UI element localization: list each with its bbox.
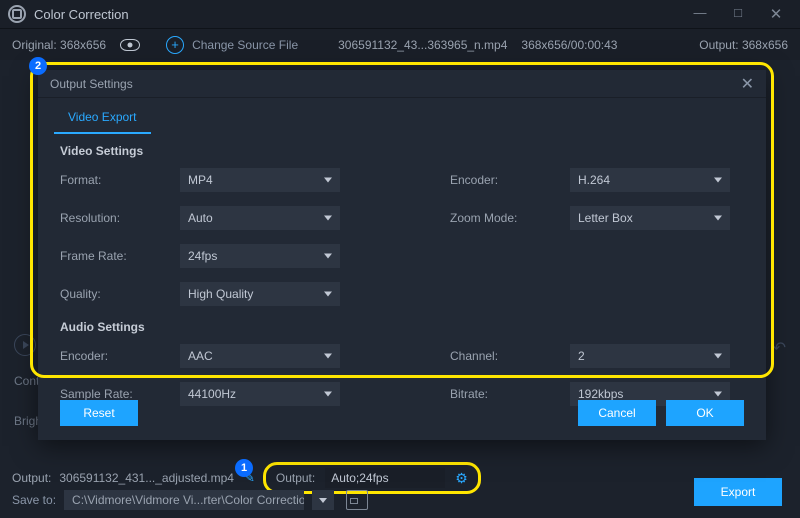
modal-close-icon[interactable]: ✕ bbox=[741, 74, 754, 94]
play-icon[interactable] bbox=[14, 334, 36, 356]
label-quality: Quality: bbox=[60, 287, 170, 301]
label-frame-rate: Frame Rate: bbox=[60, 249, 170, 263]
output-settings-gear-icon[interactable]: ⚙ bbox=[455, 470, 468, 487]
select-zoom-mode[interactable]: Letter Box bbox=[570, 206, 730, 230]
label-format: Format: bbox=[60, 173, 170, 187]
original-dimensions: Original: 368x656 bbox=[12, 38, 106, 52]
change-source-label: Change Source File bbox=[192, 38, 298, 52]
change-source-button[interactable]: + Change Source File bbox=[166, 36, 298, 54]
select-resolution[interactable]: Auto bbox=[180, 206, 340, 230]
select-format[interactable]: MP4 bbox=[180, 168, 340, 192]
modal-header: Output Settings ✕ bbox=[38, 70, 766, 98]
mini-output-label: Output: bbox=[276, 471, 315, 485]
output-settings-modal: Output Settings ✕ Video Export Video Set… bbox=[38, 70, 766, 440]
close-icon[interactable]: ✕ bbox=[764, 5, 788, 23]
ok-button[interactable]: OK bbox=[666, 400, 744, 426]
audio-settings-heading: Audio Settings bbox=[38, 310, 766, 340]
window-controls: — □ ✕ bbox=[688, 5, 792, 23]
video-settings-heading: Video Settings bbox=[38, 134, 766, 164]
select-channel[interactable]: 2 bbox=[570, 344, 730, 368]
undo-icon[interactable]: ↶ bbox=[773, 338, 786, 358]
label-channel: Channel: bbox=[450, 349, 560, 363]
select-quality[interactable]: High Quality bbox=[180, 282, 340, 306]
tab-video-export[interactable]: Video Export bbox=[54, 104, 151, 134]
save-path-dropdown-icon[interactable] bbox=[312, 490, 334, 510]
cancel-button[interactable]: Cancel bbox=[578, 400, 656, 426]
reset-button[interactable]: Reset bbox=[60, 400, 138, 426]
select-frame-rate[interactable]: 24fps bbox=[180, 244, 340, 268]
modal-footer: Reset Cancel OK bbox=[38, 400, 766, 426]
select-video-encoder[interactable]: H.264 bbox=[570, 168, 730, 192]
annotation-badge-2: 2 bbox=[29, 57, 47, 75]
open-folder-icon[interactable] bbox=[346, 490, 368, 510]
save-path-field[interactable]: C:\Vidmore\Vidmore Vi...rter\Color Corre… bbox=[64, 490, 304, 510]
output-dimensions: Output: 368x656 bbox=[699, 38, 788, 52]
output-filename: 306591132_431..._adjusted.mp4 bbox=[59, 471, 234, 485]
label-audio-encoder: Encoder: bbox=[60, 349, 170, 363]
modal-tabs: Video Export bbox=[38, 98, 766, 134]
title-bar: Color Correction — □ ✕ bbox=[0, 0, 800, 28]
label-zoom-mode: Zoom Mode: bbox=[450, 211, 560, 225]
label-video-encoder: Encoder: bbox=[450, 173, 560, 187]
export-button[interactable]: Export bbox=[694, 478, 782, 506]
save-to-label: Save to: bbox=[12, 493, 56, 507]
output-label: Output: bbox=[12, 471, 51, 485]
mini-output-field[interactable] bbox=[325, 468, 445, 488]
annotation-badge-1: 1 bbox=[235, 459, 253, 477]
video-settings-grid: Format: MP4 Encoder: H.264 Resolution: A… bbox=[38, 164, 766, 310]
label-resolution: Resolution: bbox=[60, 211, 170, 225]
source-meta: 368x656/00:00:43 bbox=[521, 38, 617, 52]
select-audio-encoder[interactable]: AAC bbox=[180, 344, 340, 368]
minimize-icon[interactable]: — bbox=[688, 5, 712, 23]
maximize-icon[interactable]: □ bbox=[726, 5, 750, 23]
modal-title: Output Settings bbox=[50, 77, 133, 91]
save-row: Save to: C:\Vidmore\Vidmore Vi...rter\Co… bbox=[12, 490, 788, 510]
plus-circle-icon: + bbox=[166, 36, 184, 54]
label-bitrate: Bitrate: bbox=[450, 387, 560, 401]
label-sample-rate: Sample Rate: bbox=[60, 387, 170, 401]
preview-eye-icon[interactable] bbox=[120, 39, 140, 51]
source-filename: 306591132_43...363965_n.mp4 bbox=[338, 38, 507, 52]
contrast-label-truncated: Cont bbox=[14, 374, 39, 388]
source-bar: Original: 368x656 + Change Source File 3… bbox=[0, 28, 800, 60]
app-title: Color Correction bbox=[34, 7, 129, 22]
app-logo-icon bbox=[8, 5, 26, 23]
